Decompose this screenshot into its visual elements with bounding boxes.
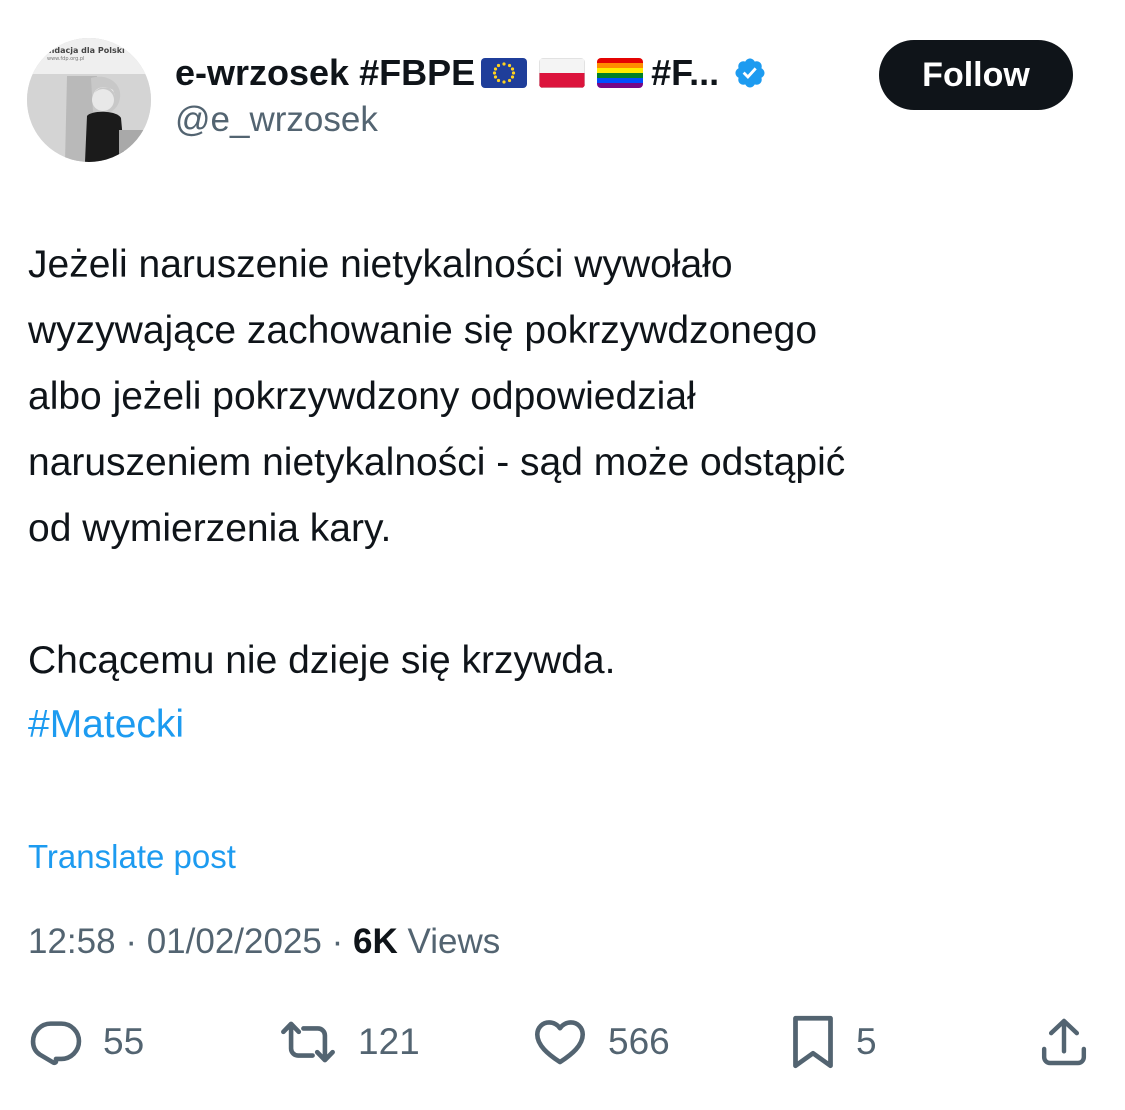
author-name-tail: #F... (651, 52, 720, 93)
follow-button[interactable]: Follow (879, 40, 1073, 110)
tweet-text: Jeżeli naruszenie nietykalności wywołało… (28, 232, 1098, 694)
meta-separator: · (331, 922, 344, 961)
views-count: 6K (353, 922, 398, 961)
poland-flag-icon (539, 58, 586, 88)
avatar-banner-sub: www.fdp.org.pl (47, 56, 85, 62)
views-label: Views (407, 922, 501, 961)
share-icon (1041, 1018, 1087, 1066)
author-handle[interactable]: @e_wrzosek (175, 100, 378, 140)
translate-post-link[interactable]: Translate post (28, 838, 236, 876)
tweet-date[interactable]: 01/02/2025 (147, 922, 322, 961)
tweet-line: Jeżeli naruszenie nietykalności wywołało (28, 243, 733, 286)
avatar-photo (27, 38, 151, 162)
reply-icon (30, 1021, 82, 1066)
verified-badge-icon[interactable] (733, 56, 767, 90)
hashtag-link[interactable]: #Matecki (28, 692, 184, 758)
bookmark-icon (793, 1015, 833, 1069)
bookmark-count: 5 (856, 1021, 877, 1062)
repost-button[interactable]: 121 (276, 1010, 420, 1074)
author-display-name[interactable]: e-wrzosek #FBPE (175, 52, 475, 94)
tweet-time[interactable]: 12:58 (28, 922, 116, 961)
repost-icon (281, 1021, 335, 1063)
eu-flag-icon (481, 58, 528, 88)
tweet-line: naruszeniem nietykalności - sąd może ods… (28, 441, 846, 484)
avatar-banner-text: undacja dla Polski (43, 46, 125, 55)
rainbow-flag-icon (597, 58, 644, 88)
tweet-meta: 12:58 · 01/02/2025 · 6K Views (28, 922, 500, 962)
reply-button[interactable]: 55 (27, 1010, 144, 1074)
meta-separator: · (125, 922, 137, 961)
tweet-line: albo jeżeli pokrzywdzony odpowiedział (28, 375, 696, 418)
author-name-row[interactable]: e-wrzosek #FBPE #F... (175, 50, 767, 96)
bookmark-button[interactable]: 5 (788, 1010, 877, 1074)
tweet-line: od wymierzenia kary. (28, 507, 392, 550)
share-button[interactable] (1036, 1010, 1092, 1074)
repost-count: 121 (358, 1021, 420, 1062)
tweet-line: wyzywające zachowanie się pokrzywdzonego (28, 309, 818, 352)
tweet-line: Chcącemu nie dzieje się krzywda. (28, 639, 616, 682)
author-avatar[interactable]: undacja dla Polski www.fdp.org.pl (27, 38, 151, 162)
like-count: 566 (608, 1021, 670, 1062)
reply-count: 55 (103, 1021, 145, 1062)
heart-icon (534, 1020, 586, 1065)
like-button[interactable]: 566 (530, 1010, 670, 1074)
